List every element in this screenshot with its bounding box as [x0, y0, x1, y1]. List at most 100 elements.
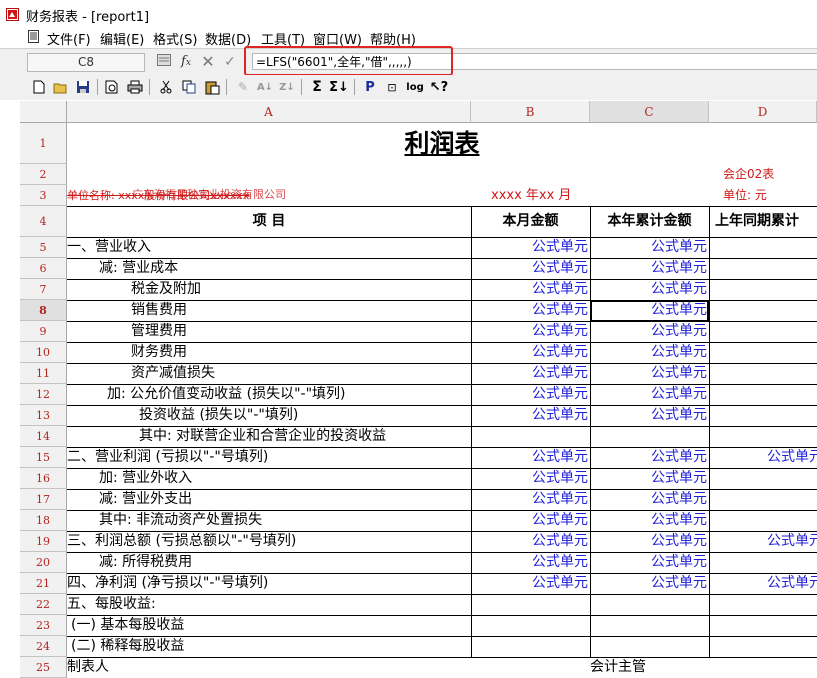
menu-tools[interactable]: 工具(T) [261, 29, 305, 48]
row-header-8[interactable]: 8 [20, 300, 67, 321]
formula-cell-c10[interactable]: 公式单元 [590, 342, 709, 363]
column-header-b[interactable]: B [471, 101, 590, 123]
new-file-icon[interactable] [30, 78, 48, 96]
menu-file[interactable]: 文件(F) [47, 29, 91, 48]
row-header-13[interactable]: 13 [20, 405, 67, 426]
format-painter-icon[interactable]: ✎ [234, 78, 252, 96]
formula-cell-b12[interactable]: 公式单元 [471, 384, 590, 405]
header-prior-year[interactable]: 上年同期累计 [715, 206, 817, 237]
row-header-19[interactable]: 19 [20, 531, 67, 552]
item-label-row-17[interactable]: 减: 营业外支出 [67, 489, 471, 510]
formula-cell-b11[interactable]: 公式单元 [471, 363, 590, 384]
selected-cell-c8[interactable] [590, 300, 709, 322]
header-item[interactable]: 项 目 [67, 206, 471, 237]
formula-cell-c11[interactable]: 公式单元 [590, 363, 709, 384]
unit-name-overlay[interactable]: 广东海行星种实业投资有限公司 [132, 184, 382, 205]
menu-help[interactable]: 帮助(H) [370, 29, 416, 48]
cell-reference-box[interactable]: C8 [27, 53, 145, 72]
formula-cell-c17[interactable]: 公式单元 [590, 489, 709, 510]
item-label-row-7[interactable]: 税金及附加 [67, 279, 471, 300]
cut-icon[interactable] [157, 78, 175, 96]
formula-cell-b10[interactable]: 公式单元 [471, 342, 590, 363]
insert-page-icon[interactable]: ⊡ [383, 78, 401, 96]
select-all-corner[interactable] [20, 101, 67, 123]
help-pointer-icon[interactable]: ↖? [430, 78, 448, 96]
formula-cell-d15[interactable]: 公式单元 [767, 447, 817, 468]
formula-cell-c13[interactable]: 公式单元 [590, 405, 709, 426]
formula-cell-c18[interactable]: 公式单元 [590, 510, 709, 531]
formula-cell-c9[interactable]: 公式单元 [590, 321, 709, 342]
sum-all-icon[interactable]: Σ↓ [329, 78, 349, 96]
fx-icon[interactable]: fx [178, 54, 194, 70]
item-label-row-9[interactable]: 管理费用 [67, 321, 471, 342]
column-header-c[interactable]: C [590, 101, 709, 123]
item-label-row-22[interactable]: 五、每股收益: [67, 594, 471, 615]
log-icon[interactable]: log [406, 78, 424, 96]
formula-cell-b20[interactable]: 公式单元 [471, 552, 590, 573]
row-header-1[interactable]: 1 [20, 123, 67, 164]
menu-edit[interactable]: 编辑(E) [100, 29, 144, 48]
save-icon[interactable] [74, 78, 92, 96]
formula-cell-d19[interactable]: 公式单元 [767, 531, 817, 552]
item-label-row-5[interactable]: 一、营业收入 [67, 237, 471, 258]
cancel-icon[interactable]: ✕ [200, 54, 216, 70]
row-header-22[interactable]: 22 [20, 594, 67, 615]
formula-cell-c21[interactable]: 公式单元 [590, 573, 709, 594]
print-icon[interactable] [126, 78, 144, 96]
row-header-24[interactable]: 24 [20, 636, 67, 657]
row-header-18[interactable]: 18 [20, 510, 67, 531]
formula-cell-b19[interactable]: 公式单元 [471, 531, 590, 552]
item-label-row-16[interactable]: 加: 营业外收入 [67, 468, 471, 489]
sum-icon[interactable]: Σ [308, 78, 326, 96]
formula-cell-c16[interactable]: 公式单元 [590, 468, 709, 489]
formula-cell-b6[interactable]: 公式单元 [471, 258, 590, 279]
header-year-to-date[interactable]: 本年累计金额 [590, 206, 709, 237]
report-title[interactable]: 利润表 [67, 123, 817, 164]
row-header-17[interactable]: 17 [20, 489, 67, 510]
row-header-14[interactable]: 14 [20, 426, 67, 447]
row-header-11[interactable]: 11 [20, 363, 67, 384]
item-label-row-11[interactable]: 资产减值损失 [67, 363, 471, 384]
report-period[interactable]: xxxx 年xx 月 [491, 185, 591, 206]
item-label-row-6[interactable]: 减: 营业成本 [67, 258, 471, 279]
item-label-row-8[interactable]: 销售费用 [67, 300, 471, 321]
formula-cell-b21[interactable]: 公式单元 [471, 573, 590, 594]
item-label-row-15[interactable]: 二、营业利润 (亏损以"-"号填列) [67, 447, 471, 468]
row-header-16[interactable]: 16 [20, 468, 67, 489]
row-header-20[interactable]: 20 [20, 552, 67, 573]
menu-data[interactable]: 数据(D) [205, 29, 251, 48]
row-header-4[interactable]: 4 [20, 206, 67, 237]
column-header-d[interactable]: D [709, 101, 817, 123]
row-header-12[interactable]: 12 [20, 384, 67, 405]
row-header-15[interactable]: 15 [20, 447, 67, 468]
formula-cell-b17[interactable]: 公式单元 [471, 489, 590, 510]
item-label-row-24[interactable]: (二) 稀释每股收益 [67, 636, 471, 657]
header-current-month[interactable]: 本月金额 [471, 206, 590, 237]
row-header-7[interactable]: 7 [20, 279, 67, 300]
formula-cell-c12[interactable]: 公式单元 [590, 384, 709, 405]
item-label-row-13[interactable]: 投资收益 (损失以"-"填列) [67, 405, 471, 426]
row-header-5[interactable]: 5 [20, 237, 67, 258]
sort-descending-icon[interactable]: Z↓ [278, 78, 296, 96]
item-label-row-18[interactable]: 其中: 非流动资产处置损失 [67, 510, 471, 531]
menu-format[interactable]: 格式(S) [153, 29, 197, 48]
formula-cell-c19[interactable]: 公式单元 [590, 531, 709, 552]
item-label-row-14[interactable]: 其中: 对联营企业和合营企业的投资收益 [67, 426, 471, 447]
item-label-row-23[interactable]: (一) 基本每股收益 [67, 615, 471, 636]
paste-icon[interactable] [203, 78, 221, 96]
copy-icon[interactable] [180, 78, 198, 96]
print-preview-icon[interactable] [103, 78, 121, 96]
formula-cell-c15[interactable]: 公式单元 [590, 447, 709, 468]
row-header-2[interactable]: 2 [20, 164, 67, 185]
item-label-row-21[interactable]: 四、净利润 (净亏损以"-"号填列) [67, 573, 471, 594]
calculator-icon[interactable] [156, 54, 172, 70]
item-label-row-19[interactable]: 三、利润总额 (亏损总额以"-"号填列) [67, 531, 471, 552]
row-header-25[interactable]: 25 [20, 657, 67, 678]
formula-cell-b13[interactable]: 公式单元 [471, 405, 590, 426]
formula-cell-c7[interactable]: 公式单元 [590, 279, 709, 300]
formula-cell-b15[interactable]: 公式单元 [471, 447, 590, 468]
formula-cell-c5[interactable]: 公式单元 [590, 237, 709, 258]
item-label-row-10[interactable]: 财务费用 [67, 342, 471, 363]
row-header-10[interactable]: 10 [20, 342, 67, 363]
open-folder-icon[interactable] [52, 78, 70, 96]
